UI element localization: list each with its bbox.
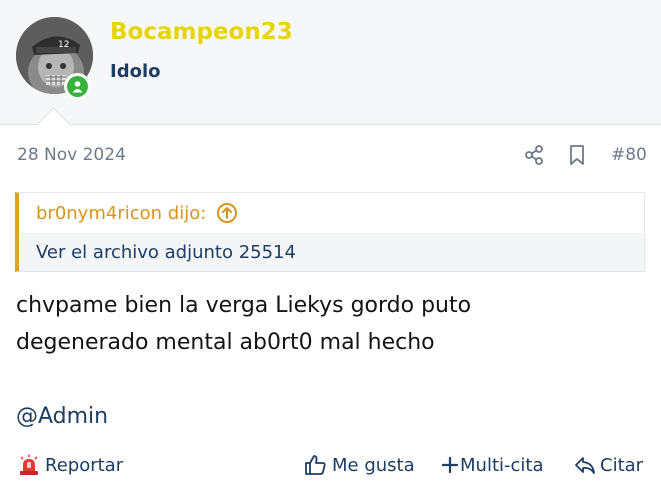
quote-content[interactable]: Ver el archivo adjunto 25514 [19,233,644,271]
post-message: chvpame bien la verga Liekys gordo puto … [16,287,646,435]
bookmark-icon [570,145,584,165]
username[interactable]: Bocampeon23 [110,19,293,45]
online-status [64,73,91,100]
share-icon [525,145,543,165]
siren-icon [17,454,41,476]
post-date[interactable]: 28 Nov 2024 [17,145,126,165]
message-line: degenerado mental ab0rt0 mal hecho [16,330,435,355]
like-label: Me gusta [332,454,415,476]
user-icon [72,81,83,93]
share-button[interactable] [523,142,545,168]
multiquote-button[interactable]: Multi-cita [442,451,543,479]
message-line: chvpame bien la verga Liekys gordo puto [16,293,472,318]
report-label: Reportar [45,454,124,476]
plus-icon [442,457,458,473]
report-button[interactable]: Reportar [17,451,123,479]
mention-link[interactable]: @Admin [16,398,646,435]
quote-block: br0nym4ricon dijo: Ver el archivo adjunt… [15,192,645,272]
reply-icon [574,455,596,475]
quote-label: Citar [600,454,644,476]
arrow-up-circle-icon[interactable] [216,202,238,224]
quote-header[interactable]: br0nym4ricon dijo: [19,193,644,233]
like-button[interactable]: Me gusta [304,451,415,479]
multiquote-label: Multi-cita [460,454,544,476]
post-user-header: 12 Bocampeon23 Idolo [0,0,661,125]
post-number-link[interactable]: #80 [611,145,647,165]
quote-author[interactable]: br0nym4ricon dijo: [36,203,206,224]
user-title: Idolo [110,61,161,82]
svg-text:12: 12 [58,40,69,50]
bookmark-button[interactable] [567,142,587,168]
quote-button[interactable]: Citar [574,451,643,479]
thumbs-up-icon [304,454,328,476]
